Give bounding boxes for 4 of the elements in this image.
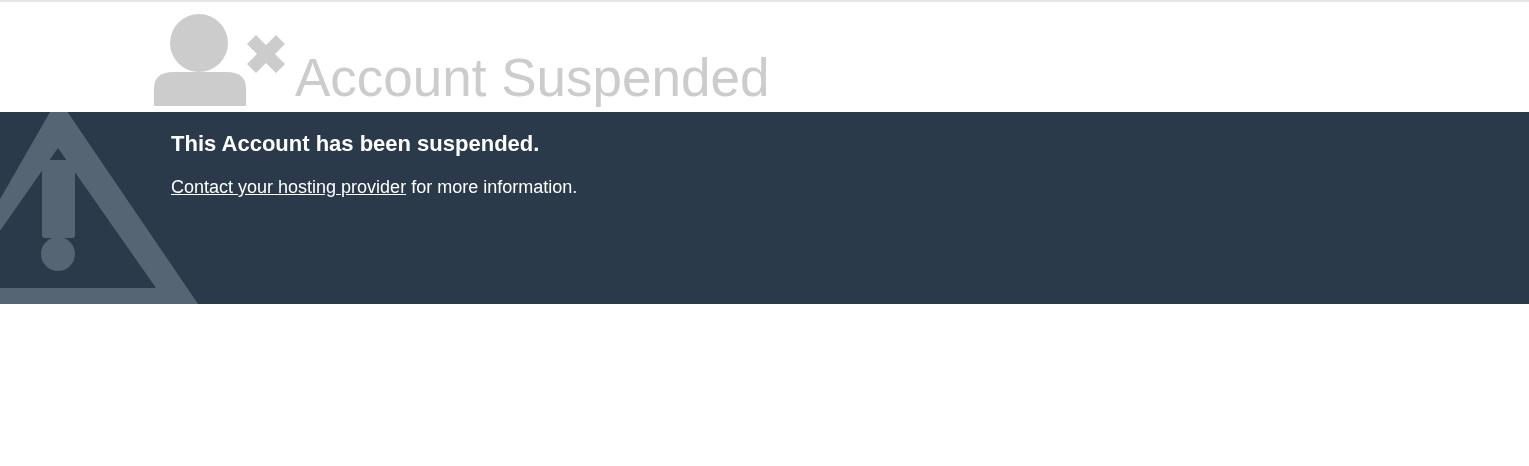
user-removed-icon <box>153 14 287 108</box>
notice-heading: This Account has been suspended. <box>171 131 541 157</box>
notice-message: Contact your hosting provider for more information. <box>171 177 579 198</box>
contact-link[interactable]: Contact your hosting provider <box>171 177 407 197</box>
